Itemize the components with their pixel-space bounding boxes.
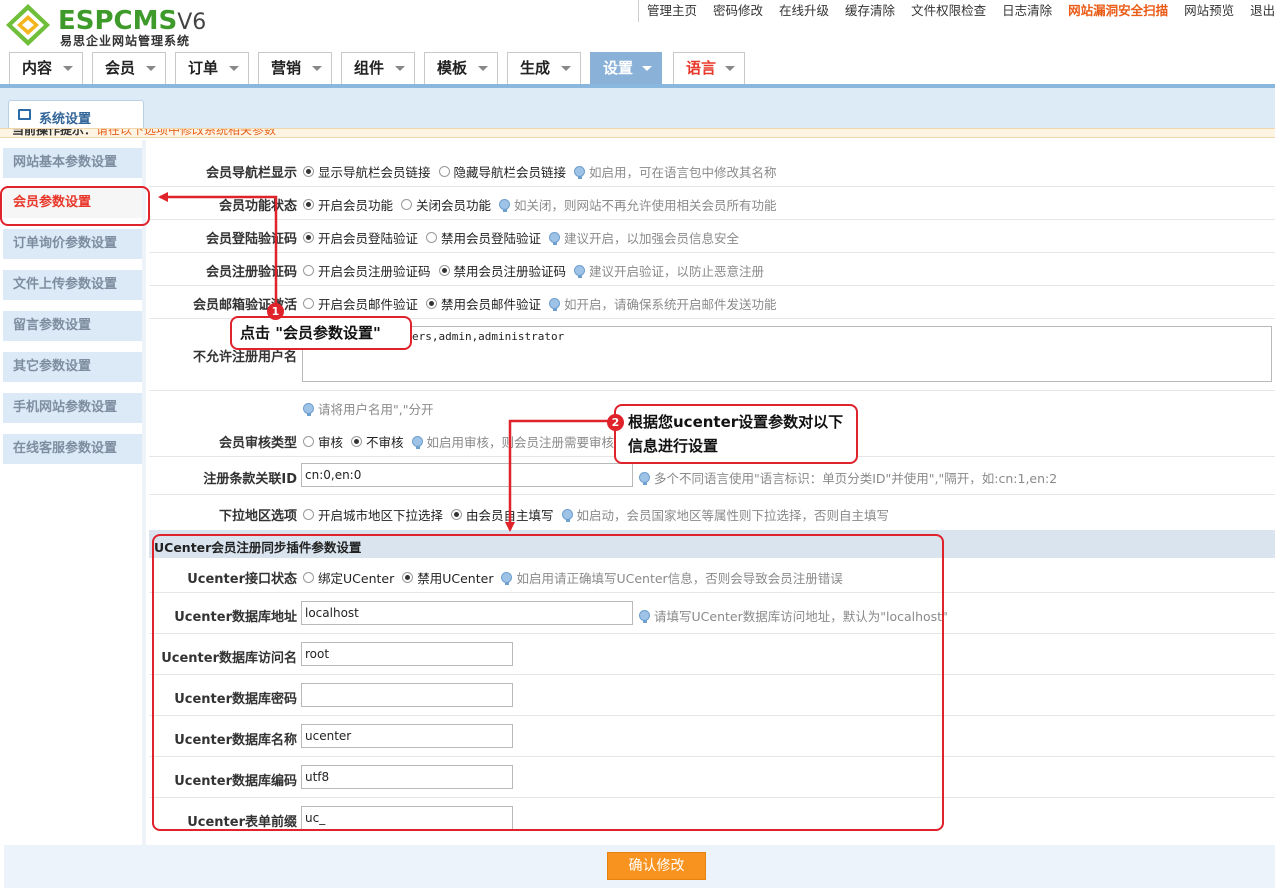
arrow-to-ucenter-section <box>505 419 616 532</box>
annotation-step1-badge: 1 <box>267 303 284 320</box>
annotation-step1-callout: 点击 "会员参数设置" <box>230 316 412 350</box>
annotation-step2-callout: 根据您ucenter设置参数对以下信息进行设置 <box>614 404 858 464</box>
arrow-to-member-settings <box>158 192 278 304</box>
annotation-step2-text: 根据您ucenter设置参数对以下信息进行设置 <box>628 413 844 455</box>
annotation-step1-text: 点击 "会员参数设置" <box>240 324 381 342</box>
annotation-step2-badge: 2 <box>607 414 624 431</box>
